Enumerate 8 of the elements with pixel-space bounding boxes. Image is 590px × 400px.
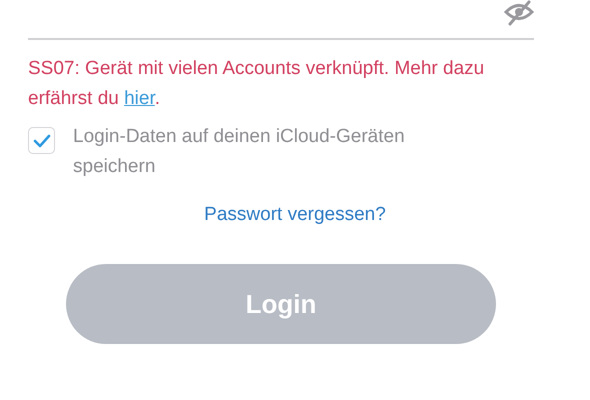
help-link[interactable]: hier — [124, 88, 155, 109]
eye-slash-icon[interactable] — [504, 0, 534, 26]
error-message: SS07: Gerät mit vielen Accounts verknüpft. Mehr dazu erfährst du hier. — [28, 57, 486, 111]
forgot-password-link[interactable]: Passwort vergessen? — [204, 204, 386, 226]
checkbox[interactable] — [28, 127, 55, 154]
checkbox-label: Login-Daten auf deinen iCloud-Geräten speichern — [73, 125, 406, 179]
password-field[interactable] — [28, 0, 534, 40]
checkmark-icon — [32, 134, 50, 148]
